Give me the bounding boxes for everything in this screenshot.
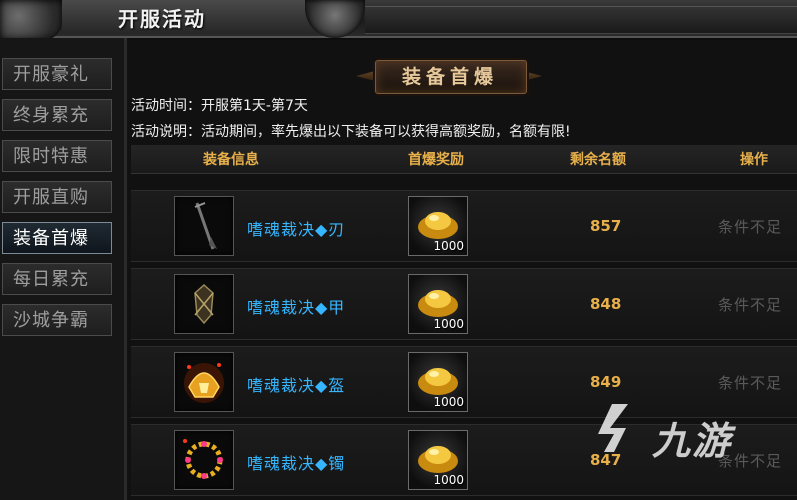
activity-time: 活动时间：开服第1天-第7天 xyxy=(131,98,308,114)
sidebar-item-opening-gift[interactable]: 开服豪礼 xyxy=(2,58,112,90)
action-status[interactable]: 条件不足 xyxy=(718,216,782,237)
remaining-count: 848 xyxy=(590,295,622,313)
gold-ingot-icon[interactable]: 1000 xyxy=(408,196,468,256)
item-name[interactable]: 嗜魂裁决◆镯 xyxy=(247,450,345,474)
item-name[interactable]: 嗜魂裁决◆盔 xyxy=(247,372,345,396)
sidebar-item-limited-offer[interactable]: 限时特惠 xyxy=(2,140,112,172)
page-title: 开服活动 xyxy=(118,7,206,31)
sword-icon[interactable] xyxy=(174,196,234,256)
gold-ingot-icon[interactable]: 1000 xyxy=(408,274,468,334)
bracelet-icon[interactable] xyxy=(174,430,234,490)
column-header-reward: 首爆奖励 xyxy=(408,152,464,168)
reward-amount: 1000 xyxy=(433,473,464,487)
reward-amount: 1000 xyxy=(433,395,464,409)
column-header-item: 装备信息 xyxy=(203,152,259,168)
sidebar-item-direct-purchase[interactable]: 开服直购 xyxy=(2,181,112,213)
sidebar-item-lifetime-recharge[interactable]: 终身累充 xyxy=(2,99,112,131)
armor-icon[interactable] xyxy=(174,274,234,334)
gold-ingot-icon[interactable]: 1000 xyxy=(408,430,468,490)
reward-amount: 1000 xyxy=(433,317,464,331)
helmet-icon[interactable] xyxy=(174,352,234,412)
column-header-action: 操作 xyxy=(740,152,768,168)
sidebar: 开服豪礼 终身累充 限时特惠 开服直购 装备首爆 每日累充 沙城争霸 xyxy=(0,38,127,500)
reward-amount: 1000 xyxy=(433,239,464,253)
sidebar-item-city-siege[interactable]: 沙城争霸 xyxy=(2,304,112,336)
gold-ingot-icon[interactable]: 1000 xyxy=(408,352,468,412)
action-status[interactable]: 条件不足 xyxy=(718,294,782,315)
action-status[interactable]: 条件不足 xyxy=(718,372,782,393)
remaining-count: 849 xyxy=(590,373,622,391)
item-name[interactable]: 嗜魂裁决◆刃 xyxy=(247,216,345,240)
column-header-remaining: 剩余名额 xyxy=(570,152,626,168)
item-name[interactable]: 嗜魂裁决◆甲 xyxy=(247,294,345,318)
activity-description: 活动说明：活动期间，率先爆出以下装备可以获得高额奖励，名额有限! xyxy=(131,124,571,140)
remaining-count: 857 xyxy=(590,217,622,235)
top-decor-bar xyxy=(365,6,797,34)
title-bar: 开服活动 xyxy=(0,0,797,40)
sidebar-item-daily-recharge[interactable]: 每日累充 xyxy=(2,263,112,295)
section-banner-title: 装备首爆 xyxy=(401,66,498,88)
watermark-text: 九游 xyxy=(652,419,733,463)
sidebar-item-first-drop[interactable]: 装备首爆 xyxy=(2,222,112,254)
dragon-ornament-icon xyxy=(0,0,62,40)
